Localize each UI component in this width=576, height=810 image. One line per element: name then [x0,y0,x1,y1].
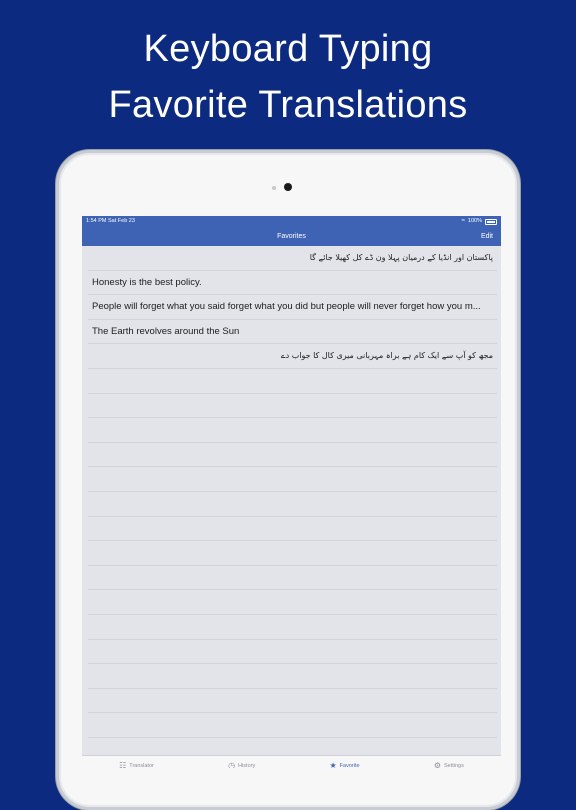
empty-row [88,664,497,689]
empty-row [88,492,497,517]
favorite-row[interactable]: Honesty is the best policy. [88,271,497,296]
empty-row [88,615,497,640]
empty-row [88,590,497,615]
favorite-text: پاکستان اور انڈیا کے درمیان پہلا ون ڈے ک… [309,253,493,262]
empty-row [88,541,497,566]
wifi-icon: ≈ [461,218,465,224]
battery-percent: 100% [467,218,482,224]
star-icon: ★ [329,761,337,769]
gear-icon: ⚙ [433,761,441,769]
favorite-text: People will forget what you said forget … [92,301,481,313]
tab-settings[interactable]: ⚙ Settings [433,756,464,769]
favorite-row[interactable]: پاکستان اور انڈیا کے درمیان پہلا ون ڈے ک… [88,246,497,271]
page-title: Favorites [277,233,306,240]
app-screen: 1:54 PM Sat Feb 23 ≈ 100% Favorites Edit… [82,216,501,768]
favorite-row[interactable]: مجھ کو آپ سے ایک کام ہے براہ مہربانی میر… [88,344,497,369]
translate-icon: ☷ [119,761,127,769]
favorite-text: The Earth revolves around the Sun [92,325,240,337]
tab-history[interactable]: ◷ History [228,756,256,769]
favorites-list: پاکستان اور انڈیا کے درمیان پہلا ون ڈے ک… [82,246,501,738]
tab-bar: ☷ Translator ◷ History ★ Favorite ⚙ Settings [82,755,501,768]
tab-label: Settings [443,763,464,768]
battery-icon [485,218,497,225]
tab-favorite[interactable]: ★ Favorite [329,756,360,769]
status-date: Sat Feb 23 [108,218,135,224]
empty-row [88,689,497,714]
empty-row [88,566,497,591]
edit-button[interactable]: Edit [481,227,493,246]
tab-label: Favorite [339,763,360,768]
empty-row [88,640,497,665]
tab-translator[interactable]: ☷ Translator [119,756,154,769]
status-right-group: ≈ 100% [462,216,497,227]
front-camera [284,183,292,191]
favorite-text: Honesty is the best policy. [92,276,202,288]
empty-row [88,443,497,468]
promo-headline-line-1: Keyboard Typing [143,28,433,70]
empty-row [88,418,497,443]
empty-row [88,394,497,419]
tab-label: Translator [129,763,154,768]
status-bar: 1:54 PM Sat Feb 23 ≈ 100% [82,216,501,227]
empty-row [88,369,497,394]
empty-row [88,467,497,492]
empty-row [88,713,497,738]
favorite-row[interactable]: People will forget what you said forget … [88,295,497,320]
empty-row [88,517,497,542]
favorite-row[interactable]: The Earth revolves around the Sun [88,320,497,345]
favorite-text: مجھ کو آپ سے ایک کام ہے براہ مہربانی میر… [280,351,493,361]
status-time: 1:54 PM [86,218,107,224]
front-sensor [272,186,276,190]
tab-label: History [238,763,256,768]
promo-headline-line-2: Favorite Translations [108,84,468,126]
navigation-bar: Favorites Edit [82,227,501,246]
clock-icon: ◷ [228,761,236,769]
